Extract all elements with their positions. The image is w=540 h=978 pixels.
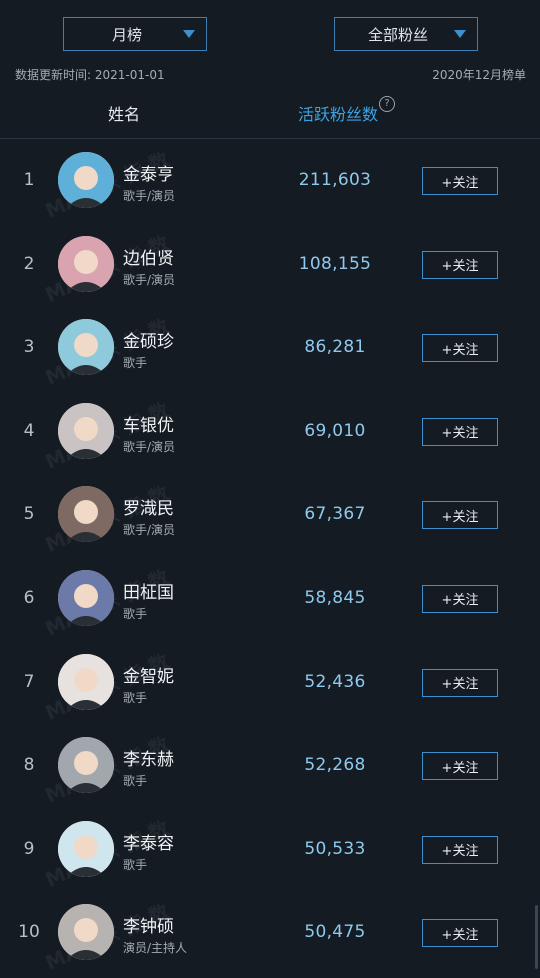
artist-name[interactable]: 李泰容 <box>123 829 174 854</box>
fans-count: 69,010 <box>304 420 366 441</box>
artist-name[interactable]: 车银优 <box>123 411 174 436</box>
column-header-name: 姓名 <box>108 105 141 124</box>
board-period: 2020年12月榜单 <box>432 68 526 82</box>
fans-count: 67,367 <box>304 504 366 525</box>
artist-role: 歌手/演员 <box>123 523 176 538</box>
list-item[interactable]: MAN 东 指 数 5 罗渽民 歌手/演员 67,367 +关注 <box>0 473 540 557</box>
follow-button[interactable]: +关注 <box>422 835 498 864</box>
ranking-list: MAN 东 指 数 1 金泰亨 歌手/演员 211,603 +关注 MAN 东 … <box>0 139 540 975</box>
ranking-page: 月榜 全部粉丝 数据更新时间: 2021-01-01 2020年12月榜单 姓名… <box>0 0 540 978</box>
follow-button[interactable]: +关注 <box>422 584 498 613</box>
follow-button[interactable]: +关注 <box>422 334 498 363</box>
list-item[interactable]: MAN 东 指 数 2 边伯贤 歌手/演员 108,155 +关注 <box>0 223 540 306</box>
follow-button[interactable]: +关注 <box>422 501 498 530</box>
avatar-icon <box>58 319 114 376</box>
rank-number: 4 <box>23 420 35 441</box>
avatar-icon <box>58 402 114 459</box>
artist-role: 歌手/演员 <box>123 189 176 203</box>
avatar[interactable] <box>58 569 114 626</box>
rank-number: 7 <box>23 671 35 692</box>
rank-number: 8 <box>23 755 35 776</box>
avatar-icon <box>58 653 114 710</box>
list-item[interactable]: MAN 东 指 数 3 金硕珍 歌手 86,281 +关注 <box>0 306 540 390</box>
list-item[interactable]: MAN 东 指 数 9 李泰容 歌手 50,533 +关注 <box>0 808 540 892</box>
rank-number: 2 <box>23 253 35 274</box>
caret-down-icon <box>183 30 195 38</box>
avatar-icon <box>58 737 114 794</box>
avatar-icon <box>58 904 114 961</box>
avatar[interactable] <box>58 486 114 543</box>
artist-name[interactable]: 金泰亨 <box>123 160 174 185</box>
rank-number: 10 <box>18 922 40 943</box>
artist-role: 歌手 <box>123 606 148 621</box>
avatar[interactable] <box>58 737 114 794</box>
avatar-icon <box>58 486 114 543</box>
rank-number: 3 <box>23 337 35 358</box>
artist-role: 歌手 <box>123 690 148 705</box>
artist-name[interactable]: 李东赫 <box>123 745 174 770</box>
help-icon[interactable]: ? <box>379 96 396 112</box>
follow-button[interactable]: +关注 <box>422 919 498 948</box>
list-item[interactable]: MAN 东 指 数 6 田柾国 歌手 58,845 +关注 <box>0 557 540 641</box>
avatar-icon <box>58 569 114 626</box>
rank-number: 9 <box>23 838 35 859</box>
follow-button[interactable]: +关注 <box>422 167 498 195</box>
artist-name[interactable]: 金智妮 <box>123 662 174 687</box>
artist-name[interactable]: 边伯贤 <box>123 244 174 269</box>
avatar-icon <box>58 152 114 208</box>
caret-down-icon <box>454 30 466 38</box>
fans-count: 52,436 <box>304 671 366 692</box>
follow-button[interactable]: +关注 <box>422 250 498 279</box>
artist-role: 歌手/演员 <box>123 439 176 454</box>
list-item[interactable]: MAN 东 指 数 7 金智妮 歌手 52,436 +关注 <box>0 641 540 724</box>
update-time: 数据更新时间: 2021-01-01 <box>15 68 165 82</box>
fans-count: 52,268 <box>304 755 366 776</box>
artist-name[interactable]: 金硕珍 <box>123 327 174 352</box>
avatar[interactable] <box>58 904 114 961</box>
fans-type-dropdown[interactable]: 全部粉丝 <box>334 17 478 51</box>
avatar[interactable] <box>58 820 114 877</box>
follow-button[interactable]: +关注 <box>422 752 498 781</box>
avatar[interactable] <box>58 653 114 710</box>
column-header-fans-label: 活跃粉丝数 <box>298 105 379 124</box>
rank-number: 6 <box>23 587 35 608</box>
fans-count: 86,281 <box>304 337 366 358</box>
follow-button[interactable]: +关注 <box>422 417 498 446</box>
list-item[interactable]: MAN 东 指 数 10 李钟硕 演员/主持人 50,475 +关注 <box>0 891 540 975</box>
list-item[interactable]: MAN 东 指 数 8 李东赫 歌手 52,268 +关注 <box>0 724 540 808</box>
column-header-fans: 活跃粉丝数 ? <box>298 96 396 125</box>
list-item[interactable]: MAN 东 指 数 1 金泰亨 歌手/演员 211,603 +关注 <box>0 139 540 223</box>
avatar[interactable] <box>58 235 114 292</box>
avatar-icon <box>58 820 114 877</box>
fans-count: 50,475 <box>304 922 366 943</box>
scrollbar[interactable] <box>535 905 538 969</box>
avatar-icon <box>58 235 114 292</box>
rank-number: 5 <box>23 504 35 525</box>
avatar[interactable] <box>58 319 114 376</box>
artist-role: 歌手 <box>123 857 148 872</box>
avatar[interactable] <box>58 152 114 208</box>
follow-button[interactable]: +关注 <box>422 668 498 697</box>
list-item[interactable]: MAN 东 指 数 4 车银优 歌手/演员 69,010 +关注 <box>0 390 540 474</box>
fans-count: 58,845 <box>304 587 366 608</box>
artist-name[interactable]: 罗渽民 <box>123 494 174 519</box>
artist-role: 歌手/演员 <box>123 272 176 287</box>
period-dropdown[interactable]: 月榜 <box>63 17 207 51</box>
artist-role: 歌手 <box>123 356 148 371</box>
rank-number: 1 <box>23 170 35 190</box>
artist-name[interactable]: 李钟硕 <box>123 912 174 937</box>
fans-count: 50,533 <box>304 838 366 859</box>
artist-role: 演员/主持人 <box>123 941 188 956</box>
artist-name[interactable]: 田柾国 <box>123 578 174 603</box>
fans-count: 108,155 <box>298 253 372 274</box>
fans-count: 211,603 <box>298 170 372 190</box>
artist-role: 歌手 <box>123 774 148 789</box>
avatar[interactable] <box>58 402 114 459</box>
